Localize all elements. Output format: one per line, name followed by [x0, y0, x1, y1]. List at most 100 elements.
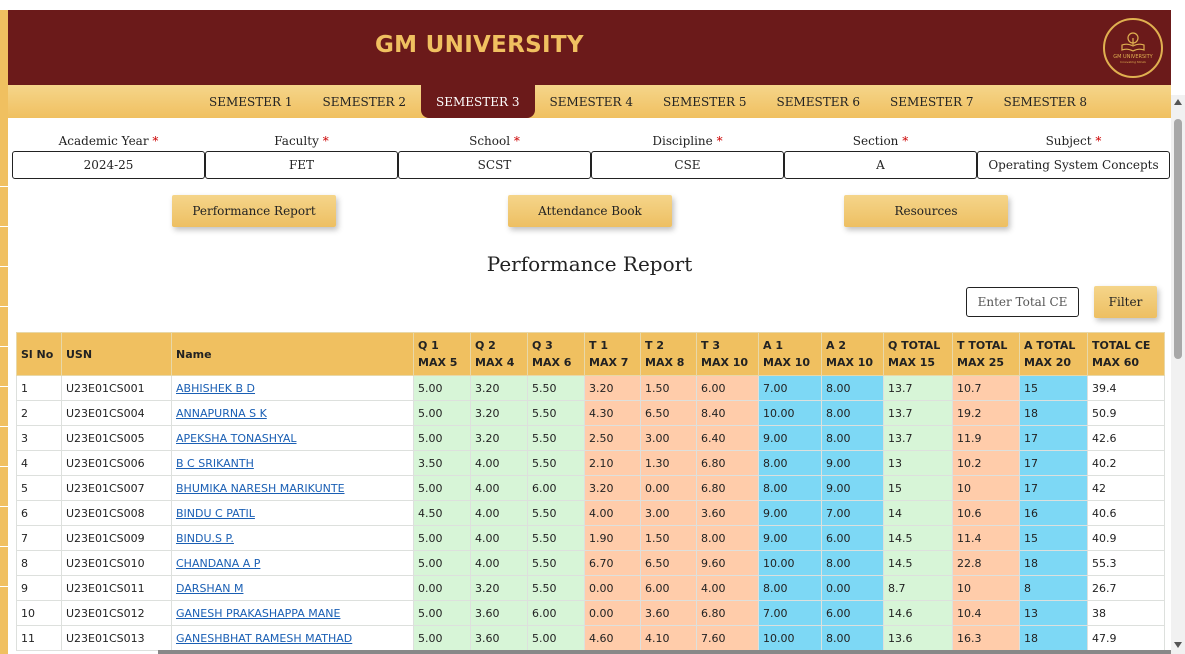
school-select[interactable]: SCST — [398, 151, 591, 179]
table-cell: 4.50 — [413, 500, 471, 526]
left-rail — [0, 10, 8, 654]
tab-semester-3[interactable]: SEMESTER 3 — [421, 85, 535, 118]
tab-semester-1[interactable]: SEMESTER 1 — [194, 85, 308, 118]
column-header-title: Name — [176, 347, 212, 361]
table-cell: 10.4 — [952, 600, 1020, 626]
column-header: USN — [61, 332, 172, 376]
filter-label: Discipline — [652, 134, 713, 148]
table-cell: 19.2 — [952, 400, 1020, 426]
required-mark: * — [152, 134, 159, 148]
student-name-link[interactable]: BHUMIKA NARESH MARIKUNTE — [176, 482, 345, 495]
table-cell: 3 — [16, 425, 62, 451]
table-cell: 0.00 — [584, 575, 641, 601]
table-cell: 8.00 — [758, 575, 822, 601]
filter-school: School * SCST — [398, 134, 591, 179]
table-cell: GANESH PRAKASHAPPA MANE — [171, 600, 414, 626]
student-name-link[interactable]: ANNAPURNA S K — [176, 407, 267, 420]
table-cell: 10 — [952, 575, 1020, 601]
table-cell: 8.00 — [821, 375, 884, 401]
table-cell: 3.20 — [470, 425, 528, 451]
table-cell: 5.50 — [527, 450, 585, 476]
table-cell: 10.2 — [952, 450, 1020, 476]
filter-button[interactable]: Filter — [1094, 286, 1157, 318]
column-header-max: MAX 15 — [888, 356, 936, 369]
attendance-book-button[interactable]: Attendance Book — [508, 195, 672, 227]
student-name-link[interactable]: CHANDANA A P — [176, 557, 260, 570]
scroll-thumb[interactable] — [1174, 119, 1182, 359]
table-cell: 5.50 — [527, 525, 585, 551]
table-cell: 8.7 — [883, 575, 953, 601]
table-cell: 10.00 — [758, 625, 822, 651]
student-name-link[interactable]: ABHISHEK B D — [176, 382, 255, 395]
table-cell: 2 — [16, 400, 62, 426]
scroll-down-icon[interactable] — [1174, 642, 1182, 648]
table-row: 4 U23E01CS006 B C SRIKANTH 3.50 4.00 5.50 2.10… — [16, 450, 1165, 476]
table-cell: 3.00 — [640, 500, 697, 526]
table-cell: 8.00 — [758, 450, 822, 476]
table-cell: 6.80 — [696, 600, 759, 626]
table-cell: 6.00 — [821, 600, 884, 626]
university-logo: GM UNIVERSITY Innovating Minds — [1103, 18, 1163, 78]
vertical-scrollbar[interactable] — [1171, 95, 1185, 654]
rail-tick — [0, 506, 8, 507]
table-cell: 18 — [1019, 550, 1088, 576]
table-cell: BHUMIKA NARESH MARIKUNTE — [171, 475, 414, 501]
table-cell: 6.00 — [527, 475, 585, 501]
table-cell: 13.7 — [883, 400, 953, 426]
column-header: T TOTAL MAX 25 — [952, 332, 1020, 376]
column-header-max: MAX 6 — [532, 356, 572, 369]
column-header-title: Q 3 — [532, 339, 553, 352]
table-cell: 8.00 — [821, 400, 884, 426]
table-cell: 1 — [16, 375, 62, 401]
tab-semester-6[interactable]: SEMESTER 6 — [762, 85, 876, 118]
table-cell: 2.50 — [584, 425, 641, 451]
table-cell: 3.50 — [413, 450, 471, 476]
tab-semester-7[interactable]: SEMESTER 7 — [875, 85, 989, 118]
rail-tick — [0, 306, 8, 307]
table-cell: 7.00 — [758, 375, 822, 401]
student-name-link[interactable]: GANESHBHAT RAMESH MATHAD — [176, 632, 352, 645]
student-name-link[interactable]: BINDU C PATIL — [176, 507, 255, 520]
performance-report-button[interactable]: Performance Report — [172, 195, 336, 227]
section-select[interactable]: A — [784, 151, 977, 179]
column-header-title: T 2 — [645, 339, 664, 352]
table-cell: 9.00 — [758, 500, 822, 526]
resources-button[interactable]: Resources — [844, 195, 1008, 227]
horizontal-scrollbar[interactable] — [158, 650, 1171, 654]
table-cell: 1.50 — [640, 525, 697, 551]
student-name-link[interactable]: GANESH PRAKASHAPPA MANE — [176, 607, 340, 620]
table-cell: BINDU.S P. — [171, 525, 414, 551]
column-header: Q 2 MAX 4 — [470, 332, 528, 376]
student-name-link[interactable]: DARSHAN M — [176, 582, 243, 595]
table-cell: 8.00 — [696, 525, 759, 551]
table-row: 10 U23E01CS012 GANESH PRAKASHAPPA MANE 5.00… — [16, 600, 1165, 626]
student-name-link[interactable]: BINDU.S P. — [176, 532, 234, 545]
rail-tick — [0, 186, 8, 187]
table-cell: 3.20 — [470, 575, 528, 601]
table-cell: 10.00 — [758, 400, 822, 426]
tab-semester-2[interactable]: SEMESTER 2 — [308, 85, 422, 118]
table-cell: 16.3 — [952, 625, 1020, 651]
rail-tick — [0, 266, 8, 267]
tab-semester-5[interactable]: SEMESTER 5 — [648, 85, 762, 118]
faculty-select[interactable]: FET — [205, 151, 398, 179]
report-title: Performance Report — [486, 252, 693, 276]
table-cell: 0.00 — [821, 575, 884, 601]
table-cell: 22.8 — [952, 550, 1020, 576]
table-cell: GANESHBHAT RAMESH MATHAD — [171, 625, 414, 651]
scroll-up-icon[interactable] — [1174, 99, 1182, 105]
table-cell: 9.00 — [821, 475, 884, 501]
table-cell: 50.9 — [1087, 400, 1165, 426]
total-ce-input[interactable]: Enter Total CE — [966, 287, 1079, 317]
tab-semester-4[interactable]: SEMESTER 4 — [535, 85, 649, 118]
academic-year-select[interactable]: 2024-25 — [12, 151, 205, 179]
student-name-link[interactable]: APEKSHA TONASHYAL — [176, 432, 297, 445]
tab-semester-8[interactable]: SEMESTER 8 — [989, 85, 1103, 118]
table-row: 1 U23E01CS001 ABHISHEK B D 5.00 3.20 5.50 3.20… — [16, 375, 1165, 401]
discipline-select[interactable]: CSE — [591, 151, 784, 179]
table-cell: 5 — [16, 475, 62, 501]
subject-select[interactable]: Operating System Concepts — [977, 151, 1170, 179]
column-header: Q 3 MAX 6 — [527, 332, 585, 376]
student-name-link[interactable]: B C SRIKANTH — [176, 457, 254, 470]
table-cell: 26.7 — [1087, 575, 1165, 601]
